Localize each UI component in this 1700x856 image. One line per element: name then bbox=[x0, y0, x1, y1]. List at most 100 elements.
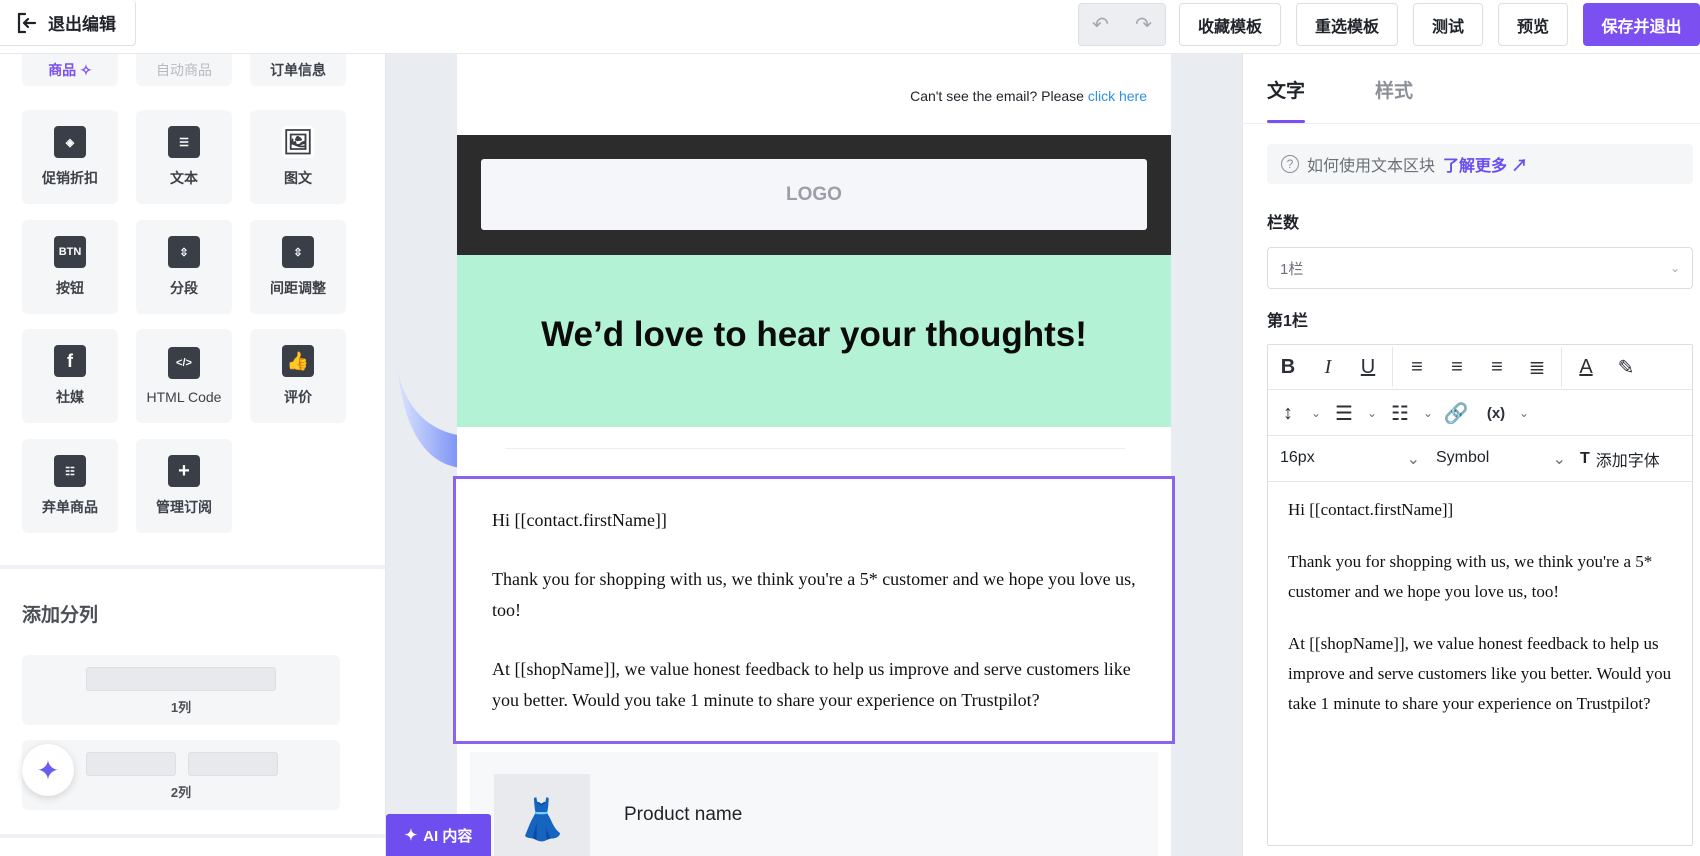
image-text-icon: 🖼 bbox=[282, 126, 314, 158]
block-button[interactable]: BTN 按钮 bbox=[22, 220, 118, 314]
undo-icon[interactable]: ↶ bbox=[1092, 12, 1109, 37]
block-label: 按钮 bbox=[56, 280, 84, 296]
line-height-icon[interactable]: ↕ bbox=[1268, 393, 1308, 433]
email-canvas: Can't see the email? Please click here L… bbox=[386, 54, 1242, 856]
block-order-info[interactable]: 订单信息 bbox=[250, 54, 346, 86]
font-size-select[interactable]: 16px ⌄ bbox=[1280, 449, 1420, 469]
block-label: 弃单商品 bbox=[42, 499, 98, 515]
block-label: 评价 bbox=[284, 389, 312, 405]
block-html-code[interactable]: </> HTML Code bbox=[136, 329, 232, 423]
tag-icon: ◈ bbox=[54, 126, 86, 158]
button-icon: BTN bbox=[54, 236, 86, 268]
column-2-label: 2列 bbox=[170, 785, 192, 800]
tab-style[interactable]: 样式 bbox=[1375, 76, 1413, 103]
preview-button[interactable]: 预览 bbox=[1498, 3, 1568, 46]
redo-icon[interactable]: ↷ bbox=[1135, 12, 1152, 37]
variable-icon[interactable]: (x) bbox=[1476, 393, 1516, 433]
top-bar: 退出编辑 ↶ ↷ 收藏模板 重选模板 测试 预览 保存并退出 bbox=[0, 0, 1700, 54]
text-paragraph: Thank you for shopping with us, we think… bbox=[492, 569, 1136, 620]
column-1-section-label: 第1栏 bbox=[1267, 313, 1308, 330]
divider-line bbox=[505, 448, 1125, 449]
bookmark-plus-icon: + bbox=[168, 455, 200, 487]
block-social[interactable]: f 社媒 bbox=[22, 329, 118, 423]
abandoned-cart-icon: ☷ bbox=[54, 455, 86, 487]
reselect-template-button[interactable]: 重选模板 bbox=[1296, 3, 1398, 46]
sparkle-icon: ✦ bbox=[36, 754, 60, 786]
product-name: Product name bbox=[624, 804, 743, 825]
hero-section[interactable]: We’d love to hear your thoughts! bbox=[457, 255, 1171, 427]
add-columns-title: 添加分列 bbox=[22, 605, 99, 626]
test-button[interactable]: 测试 bbox=[1413, 3, 1483, 46]
add-font-button[interactable]: T 添加字体 bbox=[1580, 447, 1660, 471]
align-center-icon[interactable]: ≡ bbox=[1437, 347, 1477, 387]
bullet-list-icon[interactable]: ☰ bbox=[1324, 393, 1364, 433]
block-divider[interactable]: ⇳ 分段 bbox=[136, 220, 232, 314]
column-placeholder bbox=[86, 752, 176, 776]
learn-more-link[interactable]: 了解更多 ↗ bbox=[1443, 152, 1527, 176]
block-spacing[interactable]: ⇳ 间距调整 bbox=[250, 220, 346, 314]
chevron-down-icon[interactable]: ⌄ bbox=[1308, 393, 1324, 433]
save-and-exit-button[interactable]: 保存并退出 bbox=[1583, 3, 1700, 46]
block-text[interactable]: ☰ 文本 bbox=[136, 110, 232, 204]
block-product[interactable]: 商品 ✧ bbox=[22, 54, 118, 86]
divider-icon: ⇳ bbox=[168, 236, 200, 268]
numbered-list-icon[interactable]: ☷ bbox=[1380, 393, 1420, 433]
sparkle-icon: ✧ bbox=[80, 62, 92, 78]
block-label: 社媒 bbox=[56, 389, 84, 405]
block-review[interactable]: 👍 评价 bbox=[250, 329, 346, 423]
spacing-icon: ⇳ bbox=[282, 236, 314, 268]
chevron-down-icon: ⌄ bbox=[1406, 451, 1420, 468]
align-justify-icon[interactable]: ≣ bbox=[1517, 347, 1557, 387]
underline-icon[interactable]: U bbox=[1348, 347, 1388, 387]
hero-title: We’d love to hear your thoughts! bbox=[541, 315, 1087, 354]
facebook-icon: f bbox=[54, 345, 86, 377]
block-manage-subscription[interactable]: + 管理订阅 bbox=[136, 439, 232, 533]
column-1-option[interactable]: 1列 bbox=[22, 655, 340, 725]
columns-value: 1栏 bbox=[1280, 260, 1304, 278]
blocks-panel: 商品 ✧ 自动商品 订单信息 ◈ 促销折扣 ☰ 文本 🖼 图文 BTN 按钮 ⇳… bbox=[0, 54, 386, 856]
font-family-select[interactable]: Symbol ⌄ bbox=[1436, 449, 1566, 469]
property-tabs: 文字 样式 bbox=[1243, 54, 1700, 124]
ai-content-button[interactable]: ✦ AI 内容 bbox=[386, 814, 491, 856]
selected-text-block[interactable]: Hi [[contact.firstName]] Thank you for s… bbox=[453, 476, 1175, 744]
editor-paragraph: At [[shopName]], we value honest feedbac… bbox=[1288, 634, 1672, 713]
section-divider bbox=[0, 565, 385, 569]
link-icon[interactable]: 🔗 bbox=[1436, 393, 1476, 433]
external-link-icon: ↗ bbox=[1511, 158, 1528, 175]
align-right-icon[interactable]: ≡ bbox=[1477, 347, 1517, 387]
chevron-down-icon[interactable]: ⌄ bbox=[1364, 393, 1380, 433]
logo-placeholder[interactable]: LOGO bbox=[481, 159, 1147, 230]
align-left-icon[interactable]: ≡ bbox=[1397, 347, 1437, 387]
chevron-down-icon[interactable]: ⌄ bbox=[1516, 393, 1532, 433]
block-image-text[interactable]: 🖼 图文 bbox=[250, 110, 346, 204]
view-in-browser-text: Can't see the email? Please click here bbox=[910, 88, 1147, 104]
ai-content-label: AI 内容 bbox=[423, 827, 473, 845]
block-label: 文本 bbox=[170, 170, 198, 186]
block-label: 间距调整 bbox=[270, 280, 326, 296]
favorite-template-button[interactable]: 收藏模板 bbox=[1179, 3, 1281, 46]
chevron-down-icon[interactable]: ⌄ bbox=[1420, 393, 1436, 433]
code-icon: </> bbox=[168, 347, 200, 379]
logo-section[interactable]: LOGO bbox=[457, 135, 1171, 255]
column-placeholder bbox=[188, 752, 278, 776]
block-label: 图文 bbox=[284, 170, 312, 186]
block-promo-discount[interactable]: ◈ 促销折扣 bbox=[22, 110, 118, 204]
click-here-link[interactable]: click here bbox=[1088, 88, 1147, 104]
highlight-icon[interactable]: ✎ bbox=[1606, 347, 1646, 387]
text-paragraph: Hi [[contact.firstName]] bbox=[492, 510, 667, 530]
text-format-icon: T bbox=[1580, 450, 1590, 467]
block-auto-product-label: 自动商品 bbox=[156, 62, 212, 78]
tab-text[interactable]: 文字 bbox=[1267, 76, 1305, 103]
editor-content[interactable]: Hi [[contact.firstName]] Thank you for s… bbox=[1288, 495, 1680, 741]
font-color-icon[interactable]: A bbox=[1566, 347, 1606, 387]
exit-icon bbox=[17, 12, 37, 33]
bold-icon[interactable]: B bbox=[1268, 347, 1308, 387]
columns-select[interactable]: 1栏 ⌄ bbox=[1267, 247, 1693, 289]
thumbs-up-icon: 👍 bbox=[282, 345, 314, 377]
product-block[interactable]: 👗 Product name bbox=[470, 752, 1158, 856]
columns-label: 栏数 bbox=[1267, 215, 1300, 232]
block-abandoned-cart[interactable]: ☷ 弃单商品 bbox=[22, 439, 118, 533]
italic-icon[interactable]: I bbox=[1308, 347, 1348, 387]
exit-edit-button[interactable]: 退出编辑 bbox=[0, 0, 136, 46]
ai-assistant-button[interactable]: ✦ bbox=[22, 744, 74, 796]
